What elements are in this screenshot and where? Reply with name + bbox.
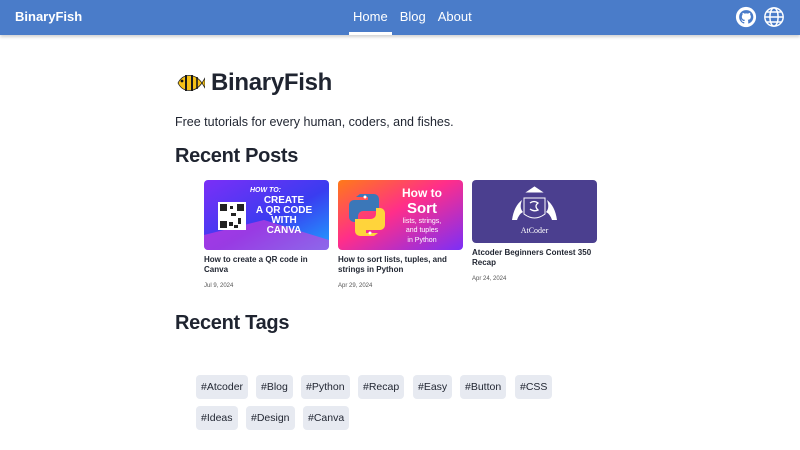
svg-text:AtCoder: AtCoder bbox=[521, 226, 549, 235]
post-card-python-sort[interactable]: How to Sort lists, strings, and tuples i… bbox=[338, 180, 463, 289]
tag-blog[interactable]: #Blog bbox=[256, 375, 293, 399]
post-title: How to create a QR code in Canva bbox=[204, 255, 308, 274]
post-title: How to sort lists, tuples, and strings i… bbox=[338, 255, 447, 274]
language-link[interactable] bbox=[763, 6, 785, 28]
github-link[interactable] bbox=[735, 6, 757, 28]
svg-text:Sort: Sort bbox=[407, 200, 437, 217]
post-card-atcoder-recap[interactable]: AtCoder Atcoder Beginners Contest 350 Re… bbox=[472, 180, 597, 282]
recent-posts-heading: Recent Posts bbox=[175, 145, 299, 167]
top-navbar: BinaryFish Home Blog About bbox=[0, 0, 800, 35]
tag-atcoder[interactable]: #Atcoder bbox=[196, 375, 249, 399]
nav-link-home[interactable]: Home bbox=[349, 0, 392, 35]
svg-text:lists, strings,: lists, strings, bbox=[403, 218, 442, 225]
nav-icon-group bbox=[735, 6, 785, 28]
fish-logo-icon bbox=[177, 75, 205, 91]
hero-title-row: BinaryFish bbox=[175, 68, 332, 98]
post-thumbnail-python-sort: How to Sort lists, strings, and tuples i… bbox=[338, 180, 463, 250]
post-title: Atcoder Beginners Contest 350 Recap bbox=[472, 248, 592, 267]
brand-link[interactable]: BinaryFish bbox=[15, 9, 82, 24]
post-thumbnail-qr-code: HOW TO: CREATE A QR CODE WITH CANVA bbox=[204, 180, 329, 250]
tag-canva[interactable]: #Canva bbox=[303, 406, 350, 430]
post-date: Apr 29, 2024 bbox=[338, 283, 373, 289]
site-tagline: Free tutorials for every human, coders, … bbox=[175, 115, 454, 129]
tag-ideas[interactable]: #Ideas bbox=[196, 406, 238, 430]
post-card-qr-code[interactable]: HOW TO: CREATE A QR CODE WITH CANVA How … bbox=[204, 180, 329, 289]
nav-link-about[interactable]: About bbox=[434, 0, 476, 35]
svg-text:in Python: in Python bbox=[407, 237, 436, 244]
svg-text:How to: How to bbox=[402, 186, 442, 200]
nav-link-blog[interactable]: Blog bbox=[396, 0, 430, 35]
svg-text:and tuples: and tuples bbox=[406, 227, 439, 234]
globe-icon bbox=[764, 7, 784, 27]
post-date: Jul 9, 2024 bbox=[204, 283, 234, 289]
tag-recap[interactable]: #Recap bbox=[358, 375, 405, 399]
tag-python[interactable]: #Python bbox=[301, 375, 350, 399]
recent-tags-heading: Recent Tags bbox=[175, 312, 290, 334]
site-title: BinaryFish bbox=[211, 69, 333, 96]
tag-design[interactable]: #Design bbox=[246, 406, 295, 430]
post-date: Apr 24, 2024 bbox=[472, 276, 507, 282]
svg-text:CANVA: CANVA bbox=[267, 225, 302, 236]
tag-easy[interactable]: #Easy bbox=[413, 375, 453, 399]
tag-css[interactable]: #CSS bbox=[515, 375, 553, 399]
svg-text:HOW TO:: HOW TO: bbox=[250, 187, 281, 194]
post-thumbnail-atcoder: AtCoder bbox=[472, 180, 597, 243]
tag-button[interactable]: #Button bbox=[460, 375, 507, 399]
github-icon bbox=[735, 6, 757, 28]
qr-code-graphic bbox=[218, 202, 246, 230]
main-nav: Home Blog About bbox=[349, 0, 480, 35]
